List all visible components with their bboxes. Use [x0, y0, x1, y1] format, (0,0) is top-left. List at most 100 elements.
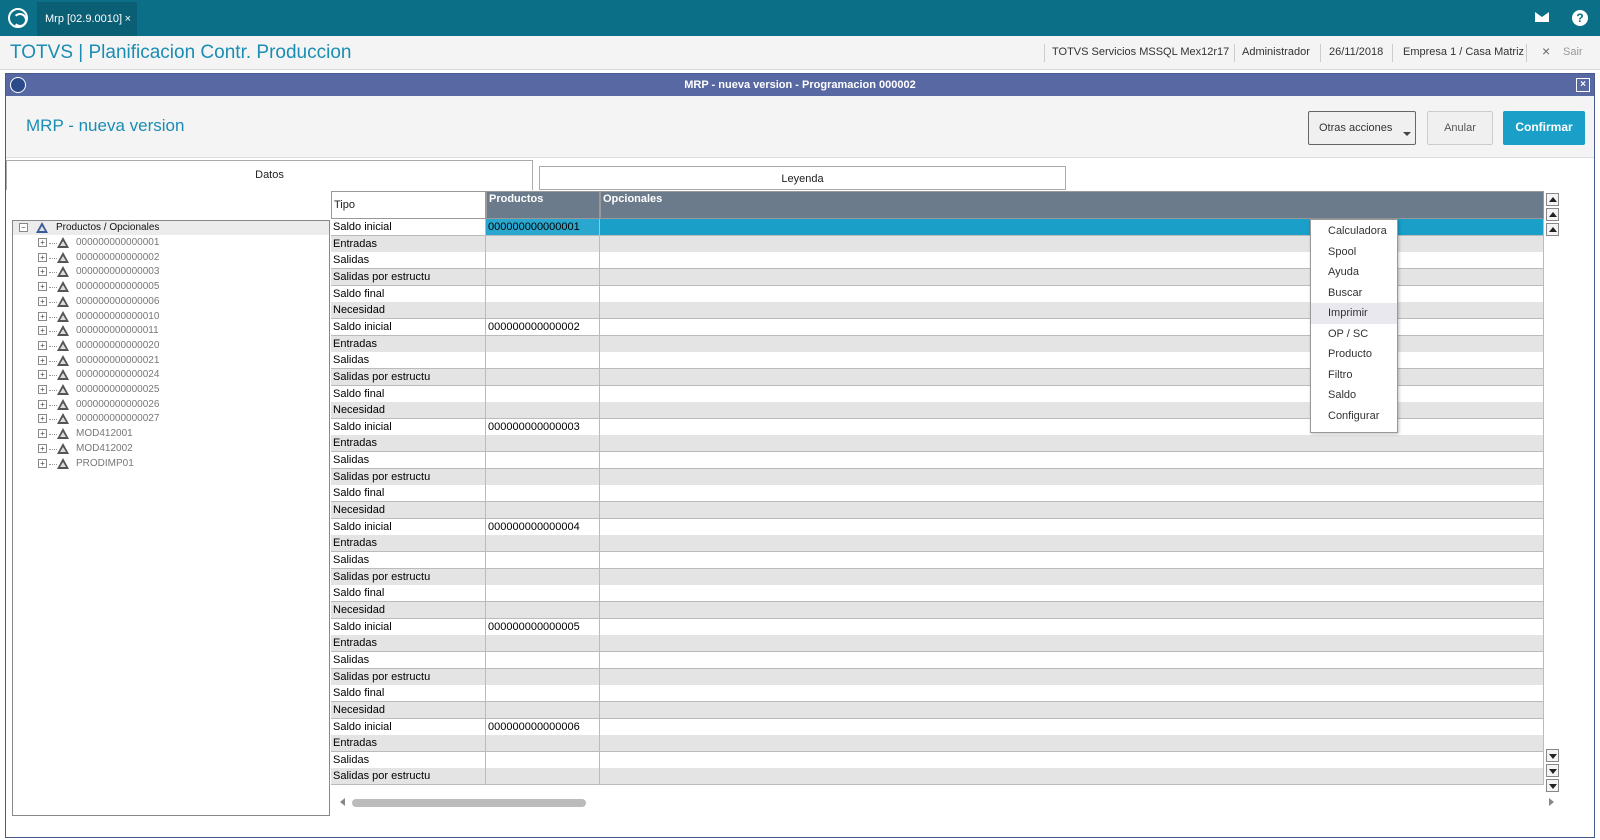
- menu-item[interactable]: OP / SC: [1311, 324, 1397, 345]
- cell-tipo[interactable]: Saldo final: [331, 485, 486, 503]
- cell-opcional[interactable]: [600, 735, 1544, 753]
- tree-node[interactable]: +000000000000027: [13, 412, 329, 426]
- cell-tipo[interactable]: Salidas: [331, 651, 486, 669]
- table-row[interactable]: Entradas: [331, 435, 1544, 453]
- cell-tipo[interactable]: Entradas: [331, 735, 486, 753]
- otras-acciones-button[interactable]: Otras acciones: [1308, 111, 1416, 145]
- scroll-thumb[interactable]: [352, 799, 586, 807]
- help-icon[interactable]: ?: [1572, 10, 1588, 26]
- cell-opcional[interactable]: [600, 651, 1544, 669]
- cell-opcional[interactable]: [600, 352, 1544, 370]
- cell-opcional[interactable]: [600, 535, 1544, 553]
- cell-tipo[interactable]: Salidas por estructu: [331, 768, 486, 786]
- scroll-top-icon[interactable]: [1546, 193, 1559, 206]
- totvs-logo-icon[interactable]: [8, 8, 28, 28]
- cell-tipo[interactable]: Necesidad: [331, 601, 486, 619]
- cell-opcional[interactable]: [600, 435, 1544, 453]
- cell-producto[interactable]: [486, 552, 600, 569]
- cell-opcional[interactable]: [600, 635, 1544, 653]
- table-row[interactable]: Saldo final: [331, 685, 1544, 703]
- cell-tipo[interactable]: Salidas: [331, 751, 486, 769]
- cell-producto[interactable]: [486, 385, 600, 403]
- cell-producto[interactable]: 000000000000004: [486, 518, 600, 536]
- page-up-icon[interactable]: [1546, 208, 1559, 221]
- table-row[interactable]: Necesidad: [331, 601, 1544, 619]
- expand-icon[interactable]: +: [38, 355, 47, 365]
- cell-tipo[interactable]: Salidas por estructu: [331, 468, 486, 486]
- table-row[interactable]: Entradas: [331, 635, 1544, 653]
- cell-tipo[interactable]: Saldo final: [331, 385, 486, 403]
- cell-tipo[interactable]: Saldo inicial: [331, 518, 486, 536]
- expand-icon[interactable]: +: [38, 385, 47, 394]
- cell-tipo[interactable]: Entradas: [331, 635, 486, 653]
- cell-producto[interactable]: [486, 285, 600, 303]
- cell-opcional[interactable]: [600, 585, 1544, 603]
- tree-node[interactable]: +000000000000011: [13, 324, 329, 338]
- cell-producto[interactable]: 000000000000006: [486, 718, 600, 736]
- cell-producto[interactable]: [486, 502, 600, 520]
- cell-opcional[interactable]: [600, 518, 1544, 536]
- menu-item[interactable]: Configurar: [1311, 406, 1397, 427]
- anular-button[interactable]: Anular: [1427, 111, 1493, 145]
- tree-node[interactable]: +000000000000021: [13, 354, 329, 368]
- scroll-up-icon[interactable]: [1546, 223, 1559, 236]
- tree-node[interactable]: +000000000000025: [13, 383, 329, 397]
- cell-opcional[interactable]: [600, 685, 1544, 703]
- cell-opcional[interactable]: [600, 601, 1544, 619]
- tree-node[interactable]: +000000000000010: [13, 310, 329, 324]
- cell-tipo[interactable]: Salidas: [331, 252, 486, 270]
- table-row[interactable]: Necesidad: [331, 701, 1544, 719]
- cell-opcional[interactable]: [600, 485, 1544, 503]
- scroll-right-icon[interactable]: [1549, 798, 1554, 806]
- table-row[interactable]: Saldo final: [331, 585, 1544, 603]
- cell-tipo[interactable]: Salidas por estructu: [331, 668, 486, 686]
- tree-node[interactable]: + MOD412002: [13, 442, 329, 456]
- cell-opcional[interactable]: [600, 618, 1544, 636]
- cell-producto[interactable]: 000000000000005: [486, 618, 600, 636]
- cell-opcional[interactable]: [600, 235, 1544, 253]
- cell-opcional[interactable]: [600, 468, 1544, 486]
- scroll-left-icon[interactable]: [340, 798, 345, 806]
- cell-tipo[interactable]: Necesidad: [331, 402, 486, 420]
- cell-tipo[interactable]: Saldo inicial: [331, 219, 486, 236]
- tree-root-row[interactable]: − Productos / Opcionales: [13, 221, 329, 235]
- table-row[interactable]: Salidas por estructu: [331, 468, 1544, 486]
- menu-item[interactable]: Calculadora: [1311, 221, 1397, 242]
- menu-item[interactable]: Spool: [1311, 242, 1397, 263]
- cell-tipo[interactable]: Saldo final: [331, 685, 486, 703]
- table-row[interactable]: Entradas: [331, 535, 1544, 553]
- cell-producto[interactable]: [486, 601, 600, 619]
- product-tree[interactable]: − Productos / Opcionales +00000000000000…: [12, 220, 330, 816]
- expand-icon[interactable]: +: [38, 458, 47, 468]
- cell-tipo[interactable]: Necesidad: [331, 701, 486, 719]
- expand-icon[interactable]: +: [38, 340, 47, 350]
- cell-producto[interactable]: [486, 402, 600, 420]
- cell-opcional[interactable]: [600, 502, 1544, 520]
- cell-opcional[interactable]: [600, 385, 1544, 403]
- collapse-icon[interactable]: −: [19, 223, 28, 232]
- table-row[interactable]: Salidas por estructu: [331, 568, 1544, 586]
- expand-icon[interactable]: +: [38, 252, 47, 262]
- cell-opcional[interactable]: [600, 285, 1544, 303]
- menu-item[interactable]: Ayuda: [1311, 262, 1397, 283]
- horizontal-scrollbar[interactable]: [336, 794, 1556, 810]
- cell-producto[interactable]: [486, 352, 600, 370]
- table-row[interactable]: Saldo inicial 000000000000005: [331, 618, 1544, 636]
- tree-node[interactable]: +000000000000001: [13, 236, 329, 250]
- table-row[interactable]: Salidas: [331, 651, 1544, 669]
- column-header-productos[interactable]: Productos: [486, 191, 600, 219]
- vertical-scrollbar[interactable]: [1545, 191, 1561, 796]
- tree-node[interactable]: +000000000000026: [13, 398, 329, 412]
- cell-producto[interactable]: [486, 235, 600, 253]
- column-header-opcionales[interactable]: Opcionales: [600, 191, 1544, 219]
- cell-producto[interactable]: [486, 768, 600, 786]
- cell-opcional[interactable]: [600, 452, 1544, 470]
- cell-opcional[interactable]: [600, 701, 1544, 719]
- cell-opcional[interactable]: [600, 402, 1544, 420]
- expand-icon[interactable]: +: [38, 443, 47, 453]
- table-row[interactable]: Salidas: [331, 751, 1544, 769]
- table-row[interactable]: Saldo inicial 000000000000006: [331, 718, 1544, 736]
- cell-tipo[interactable]: Saldo final: [331, 585, 486, 603]
- expand-icon[interactable]: +: [38, 282, 47, 292]
- cell-tipo[interactable]: Entradas: [331, 535, 486, 553]
